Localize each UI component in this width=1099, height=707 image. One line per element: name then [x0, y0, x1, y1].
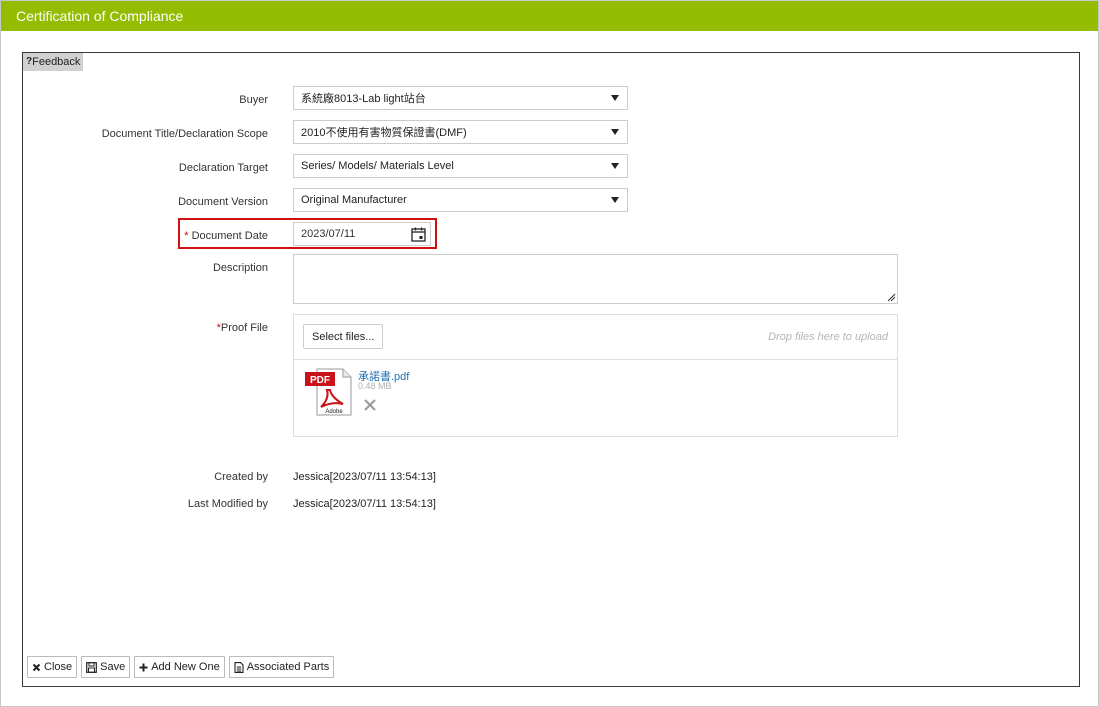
- chevron-down-icon: [611, 129, 619, 135]
- add-new-button[interactable]: Add New One: [134, 656, 225, 678]
- associated-parts-button[interactable]: Associated Parts: [228, 656, 335, 678]
- file-upload-box: Select files... Drop files here to uploa…: [293, 314, 898, 437]
- save-button[interactable]: Save: [81, 656, 131, 678]
- compliance-window: Certification of Compliance ? Feedback Bu…: [0, 0, 1099, 707]
- version-label: Document Version: [178, 196, 268, 208]
- doc-title-select[interactable]: 2010不使用有害物質保證書(DMF): [293, 120, 628, 144]
- created-by-value: Jessica[2023/07/11 13:54:13]: [293, 471, 436, 483]
- description-textarea[interactable]: [293, 254, 898, 304]
- button-bar: Close Save Add New One Associated Parts: [27, 656, 335, 678]
- proof-label: *Proof File: [23, 322, 268, 334]
- chevron-down-icon: [611, 95, 619, 101]
- close-icon: [32, 663, 41, 671]
- save-button-label: Save: [100, 661, 126, 673]
- close-button-label: Close: [44, 661, 73, 673]
- uploaded-file-item: PDF Adobe 承諾書.pdf 0.48 MB: [305, 367, 705, 427]
- buyer-select[interactable]: 系統廠8013-Lab light站台: [293, 86, 628, 110]
- target-select[interactable]: Series/ Models/ Materials Level: [293, 154, 628, 178]
- modified-by-label: Last Modified by: [187, 498, 268, 510]
- drop-hint: Drop files here to upload: [768, 331, 888, 343]
- date-label-text: Document Date: [191, 230, 268, 242]
- upload-dropzone[interactable]: Select files... Drop files here to uploa…: [294, 315, 897, 360]
- remove-file-icon[interactable]: [363, 398, 377, 412]
- document-date-input[interactable]: 2023/07/11: [293, 222, 431, 246]
- buyer-label: Buyer: [239, 94, 268, 106]
- resize-handle-icon[interactable]: [886, 292, 896, 302]
- pdf-icon-text: PDF: [310, 375, 330, 386]
- target-value: Series/ Models/ Materials Level: [301, 160, 454, 172]
- adobe-brand-text: Adobe: [325, 409, 343, 415]
- feedback-label: Feedback: [32, 56, 81, 68]
- add-new-button-label: Add New One: [151, 661, 220, 673]
- created-by-label: Created by: [214, 471, 268, 483]
- select-files-button[interactable]: Select files...: [303, 324, 384, 349]
- form-panel: ? Feedback Buyer 系統廠8013-Lab light站台 Docu…: [22, 52, 1080, 687]
- associated-parts-button-label: Associated Parts: [246, 661, 330, 673]
- date-label: * Document Date: [23, 230, 268, 242]
- modified-by-value: Jessica[2023/07/11 13:54:13]: [293, 498, 436, 510]
- required-mark: *: [184, 230, 189, 242]
- close-button[interactable]: Close: [27, 656, 78, 678]
- title-bar: Certification of Compliance: [1, 1, 1098, 31]
- plus-icon: [139, 663, 148, 671]
- date-value: 2023/07/11: [301, 228, 356, 240]
- chevron-down-icon: [611, 197, 619, 203]
- doc-title-label: Document Title/Declaration Scope: [101, 128, 268, 140]
- save-icon: [86, 661, 98, 673]
- file-size: 0.48 MB: [358, 381, 392, 391]
- window-title: Certification of Compliance: [16, 8, 184, 24]
- target-label: Declaration Target: [178, 162, 268, 174]
- chevron-down-icon: [611, 163, 619, 169]
- version-value: Original Manufacturer: [301, 194, 407, 206]
- description-label: Description: [212, 262, 268, 274]
- proof-label-text: Proof File: [220, 322, 268, 334]
- doc-title-value: 2010不使用有害物質保證書(DMF): [301, 127, 467, 139]
- document-icon: [234, 661, 244, 673]
- calendar-icon[interactable]: [406, 223, 430, 245]
- version-select[interactable]: Original Manufacturer: [293, 188, 628, 212]
- buyer-value: 系統廠8013-Lab light站台: [301, 93, 426, 105]
- pdf-file-icon: PDF Adobe: [305, 368, 352, 416]
- feedback-tab[interactable]: ? Feedback: [23, 53, 84, 71]
